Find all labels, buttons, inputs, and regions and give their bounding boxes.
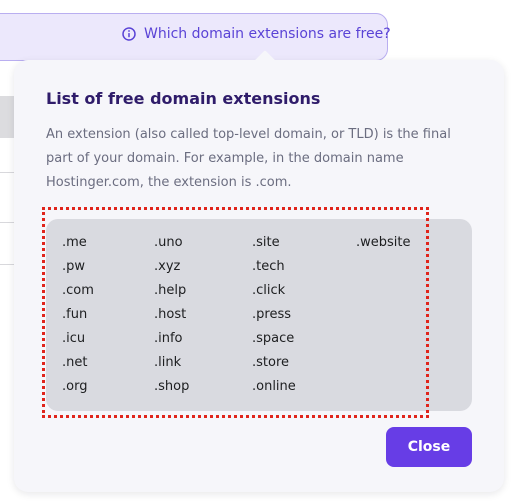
- extension-item: .site: [252, 235, 280, 250]
- extensions-column: .me .pw .com .fun .icu .net .org: [62, 231, 94, 399]
- info-icon: [122, 27, 136, 41]
- extension-item: .tech: [252, 259, 285, 274]
- extension-item: .space: [252, 331, 295, 346]
- extension-item: .uno: [154, 235, 183, 250]
- free-extensions-popover: List of free domain extensions An extens…: [14, 50, 504, 492]
- extension-item: .pw: [62, 259, 86, 274]
- extensions-column: .website: [356, 231, 411, 255]
- extension-item: .icu: [62, 331, 86, 346]
- extension-item: .org: [62, 379, 88, 394]
- extension-item: .xyz: [154, 259, 181, 274]
- extension-item: .fun: [62, 307, 88, 322]
- extensions-list: .me .pw .com .fun .icu .net .org .uno .x…: [46, 219, 472, 411]
- extension-item: .shop: [154, 379, 190, 394]
- popover-description: An extension (also called top-level doma…: [46, 127, 451, 190]
- extensions-column: .uno .xyz .help .host .info .link .shop: [154, 231, 189, 399]
- extension-item: .press: [252, 307, 291, 322]
- extension-item: .me: [62, 235, 87, 250]
- extension-item: .info: [154, 331, 183, 346]
- popover-title: List of free domain extensions: [46, 89, 321, 108]
- extension-item: .host: [154, 307, 187, 322]
- free-extensions-trigger-content[interactable]: Which domain extensions are free?: [122, 26, 391, 42]
- extension-item: .click: [252, 283, 286, 298]
- close-button[interactable]: Close: [386, 427, 472, 467]
- extension-item: .link: [154, 355, 182, 370]
- extension-item: .store: [252, 355, 290, 370]
- extension-item: .online: [252, 379, 296, 394]
- extension-item: .website: [356, 235, 411, 250]
- extension-item: .help: [154, 283, 187, 298]
- extension-item: .com: [62, 283, 94, 298]
- extension-item: .net: [62, 355, 88, 370]
- free-extensions-trigger-label: Which domain extensions are free?: [144, 26, 391, 42]
- extensions-column: .site .tech .click .press .space .store …: [252, 231, 296, 399]
